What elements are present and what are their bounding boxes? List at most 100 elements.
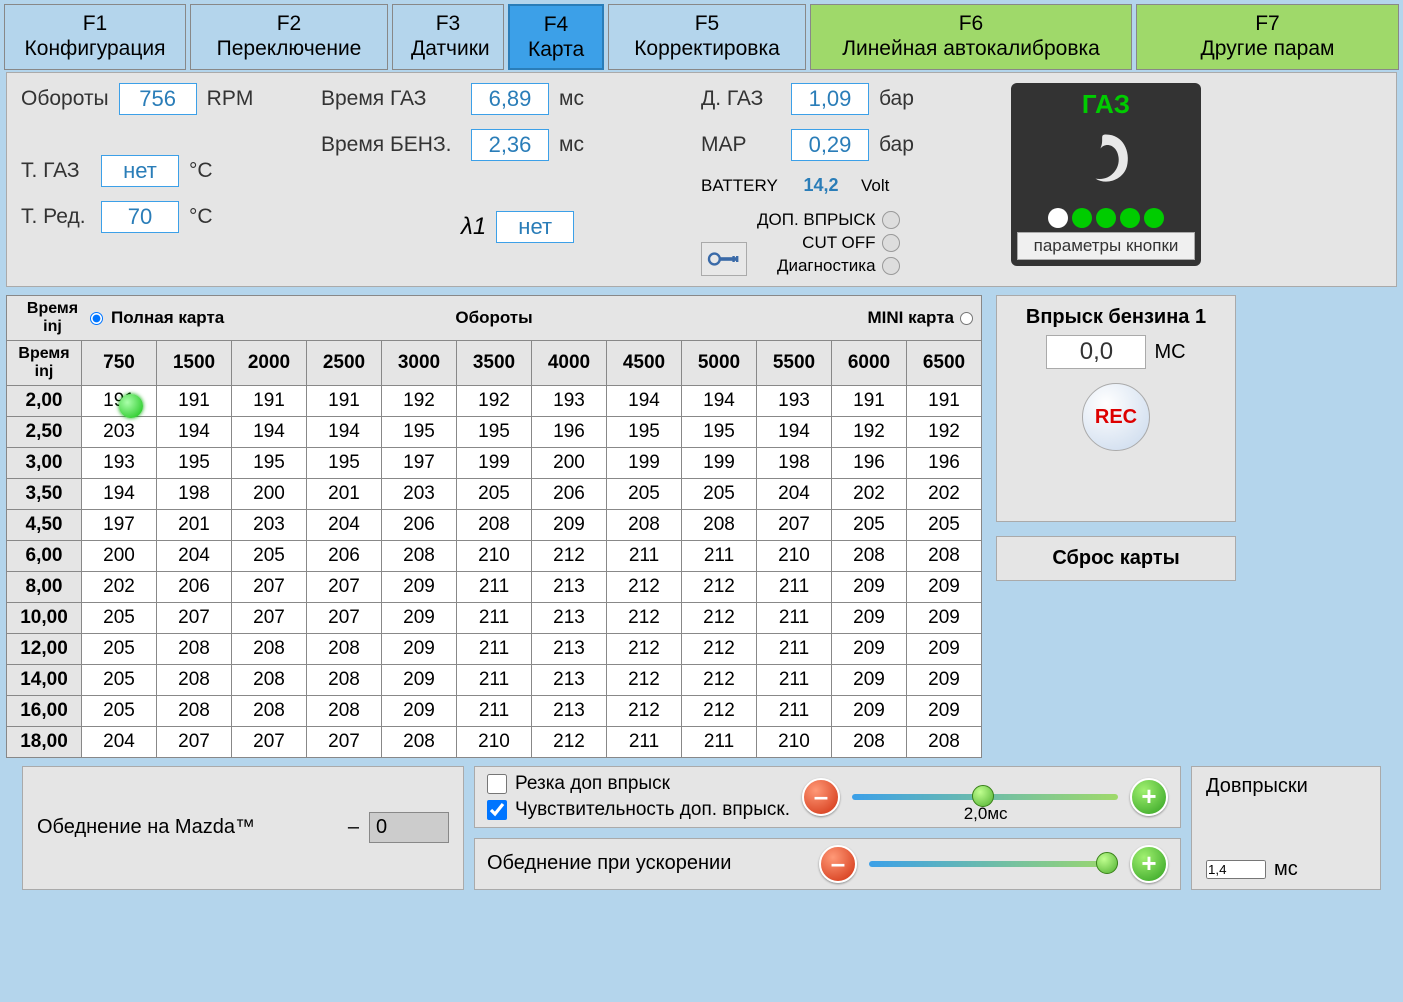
map-cell[interactable]: 209 bbox=[907, 571, 982, 602]
map-cell[interactable]: 197 bbox=[82, 509, 157, 540]
map-cell[interactable]: 198 bbox=[757, 447, 832, 478]
map-cell[interactable]: 212 bbox=[682, 664, 757, 695]
map-cell[interactable]: 205 bbox=[457, 478, 532, 509]
map-row-header[interactable]: 3,50 bbox=[7, 478, 82, 509]
map-cell[interactable]: 211 bbox=[607, 540, 682, 571]
map-cell[interactable]: 194 bbox=[682, 385, 757, 416]
map-cell[interactable]: 213 bbox=[532, 602, 607, 633]
map-cell[interactable]: 202 bbox=[907, 478, 982, 509]
map-cell[interactable]: 198 bbox=[157, 478, 232, 509]
map-cell[interactable]: 213 bbox=[532, 664, 607, 695]
map-cell[interactable]: 208 bbox=[157, 633, 232, 664]
map-row-header[interactable]: 16,00 bbox=[7, 695, 82, 726]
map-cell[interactable]: 208 bbox=[832, 540, 907, 571]
map-cell[interactable]: 193 bbox=[757, 385, 832, 416]
map-row-header[interactable]: 3,00 bbox=[7, 447, 82, 478]
map-cell[interactable]: 209 bbox=[382, 571, 457, 602]
map-cell[interactable]: 209 bbox=[382, 664, 457, 695]
map-cell[interactable]: 204 bbox=[307, 509, 382, 540]
map-cell[interactable]: 209 bbox=[907, 695, 982, 726]
sensitivity-minus-button[interactable]: – bbox=[802, 778, 840, 816]
map-col-header[interactable]: 6000 bbox=[832, 341, 907, 385]
map-cell[interactable]: 193 bbox=[532, 385, 607, 416]
map-cell[interactable]: 205 bbox=[832, 509, 907, 540]
map-cell[interactable]: 209 bbox=[832, 602, 907, 633]
tab-switching[interactable]: F2Переключение bbox=[190, 4, 388, 70]
map-cell[interactable]: 193 bbox=[82, 447, 157, 478]
radio-full-map[interactable] bbox=[90, 312, 103, 325]
tab-other-params[interactable]: F7Другие парам bbox=[1136, 4, 1399, 70]
map-cell[interactable]: 212 bbox=[607, 664, 682, 695]
map-col-header[interactable]: 2000 bbox=[232, 341, 307, 385]
reset-map-button[interactable]: Сброс карты bbox=[996, 536, 1236, 581]
map-cell[interactable]: 208 bbox=[157, 695, 232, 726]
map-cell[interactable]: 207 bbox=[232, 726, 307, 757]
map-col-header[interactable]: 6500 bbox=[907, 341, 982, 385]
map-cell[interactable]: 207 bbox=[307, 571, 382, 602]
map-cell[interactable]: 209 bbox=[832, 571, 907, 602]
map-cell[interactable]: 191 bbox=[832, 385, 907, 416]
map-cell[interactable]: 211 bbox=[757, 571, 832, 602]
accel-slider[interactable] bbox=[869, 861, 1118, 867]
map-row-header[interactable]: 6,00 bbox=[7, 540, 82, 571]
map-cell[interactable]: 205 bbox=[607, 478, 682, 509]
map-cell[interactable]: 199 bbox=[457, 447, 532, 478]
map-cell[interactable]: 205 bbox=[82, 664, 157, 695]
key-icon[interactable] bbox=[701, 242, 747, 276]
map-col-header[interactable]: 5000 bbox=[682, 341, 757, 385]
map-cell[interactable]: 195 bbox=[607, 416, 682, 447]
map-cell[interactable]: 208 bbox=[307, 695, 382, 726]
map-cell[interactable]: 194 bbox=[157, 416, 232, 447]
map-cell[interactable]: 206 bbox=[307, 540, 382, 571]
map-cell[interactable]: 196 bbox=[832, 447, 907, 478]
map-cell[interactable]: 205 bbox=[82, 602, 157, 633]
map-cell[interactable]: 194 bbox=[232, 416, 307, 447]
map-cell[interactable]: 212 bbox=[682, 602, 757, 633]
map-cell[interactable]: 211 bbox=[682, 726, 757, 757]
map-row-header[interactable]: 18,00 bbox=[7, 726, 82, 757]
map-cell[interactable]: 204 bbox=[157, 540, 232, 571]
map-cell[interactable]: 196 bbox=[532, 416, 607, 447]
sensitivity-plus-button[interactable]: + bbox=[1130, 778, 1168, 816]
map-row-header[interactable]: 8,00 bbox=[7, 571, 82, 602]
map-col-header[interactable]: 1500 bbox=[157, 341, 232, 385]
map-cell[interactable]: 209 bbox=[382, 602, 457, 633]
map-cell[interactable]: 207 bbox=[232, 571, 307, 602]
map-cell[interactable]: 201 bbox=[157, 509, 232, 540]
map-cell[interactable]: 208 bbox=[307, 664, 382, 695]
map-cell[interactable]: 208 bbox=[907, 540, 982, 571]
map-cell[interactable]: 200 bbox=[82, 540, 157, 571]
map-cell[interactable]: 194 bbox=[757, 416, 832, 447]
map-table[interactable]: Времяinj75015002000250030003500400045005… bbox=[6, 340, 982, 757]
map-cell[interactable]: 197 bbox=[382, 447, 457, 478]
gas-params-button[interactable]: параметры кнопки bbox=[1017, 232, 1195, 260]
map-cell[interactable]: 212 bbox=[532, 726, 607, 757]
map-cell[interactable]: 211 bbox=[682, 540, 757, 571]
map-cell[interactable]: 208 bbox=[832, 726, 907, 757]
map-cell[interactable]: 195 bbox=[232, 447, 307, 478]
map-cell[interactable]: 207 bbox=[157, 602, 232, 633]
map-row-header[interactable]: 12,00 bbox=[7, 633, 82, 664]
accel-plus-button[interactable]: + bbox=[1130, 845, 1168, 883]
map-cell[interactable]: 208 bbox=[382, 540, 457, 571]
rec-button[interactable]: REC bbox=[1082, 383, 1150, 451]
map-cell[interactable]: 194 bbox=[82, 478, 157, 509]
map-cell[interactable]: 192 bbox=[907, 416, 982, 447]
map-cell[interactable]: 212 bbox=[607, 633, 682, 664]
map-cell[interactable]: 207 bbox=[232, 602, 307, 633]
tab-correction[interactable]: F5Корректировка bbox=[608, 4, 806, 70]
map-cell[interactable]: 191 bbox=[907, 385, 982, 416]
map-col-header[interactable]: 3000 bbox=[382, 341, 457, 385]
map-cell[interactable]: 208 bbox=[232, 695, 307, 726]
map-cell[interactable]: 200 bbox=[532, 447, 607, 478]
map-col-header[interactable]: 2500 bbox=[307, 341, 382, 385]
map-row-header[interactable]: 2,00 bbox=[7, 385, 82, 416]
map-cell[interactable]: 208 bbox=[682, 509, 757, 540]
map-cell[interactable]: 192 bbox=[832, 416, 907, 447]
map-cell[interactable]: 208 bbox=[907, 726, 982, 757]
map-cell[interactable]: 208 bbox=[457, 509, 532, 540]
map-cell[interactable]: 201 bbox=[307, 478, 382, 509]
map-cell[interactable]: 191 bbox=[232, 385, 307, 416]
map-cell[interactable]: 211 bbox=[457, 695, 532, 726]
map-cell[interactable]: 209 bbox=[907, 633, 982, 664]
